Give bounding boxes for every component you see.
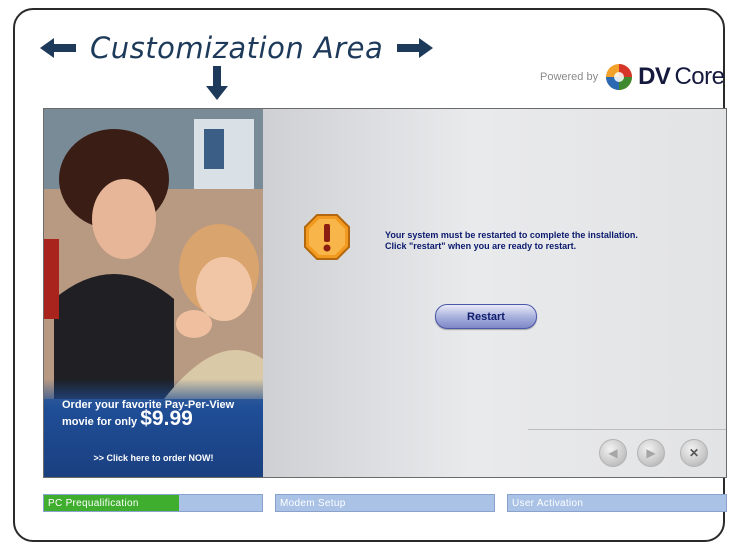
warning-icon [304, 214, 350, 260]
restart-message-line2: Click "restart" when you are ready to re… [385, 241, 577, 251]
ad-banner[interactable]: Order your favorite Pay-Per-View movie f… [44, 109, 263, 477]
step-label: PC Prequalification [48, 498, 139, 509]
step-user-activation: User Activation [507, 494, 727, 512]
dvcore-logo: DV Core [604, 62, 725, 92]
dvcore-globe-icon [606, 64, 633, 90]
forward-arrow-icon[interactable]: ▶ [637, 439, 665, 467]
restart-message-line1: Your system must be restarted to complet… [385, 230, 638, 240]
arrow-left-icon [40, 38, 76, 58]
installer-window: Order your favorite Pay-Per-View movie f… [43, 108, 727, 478]
ad-photo [44, 109, 263, 399]
step-label: User Activation [512, 498, 584, 509]
powered-by-logo: Powered by DV Core [540, 62, 725, 92]
arrow-right-icon [397, 38, 434, 58]
dialog-content: Your system must be restarted to complet… [263, 109, 726, 477]
back-arrow-icon[interactable]: ◀ [599, 439, 627, 467]
step-modem-setup: Modem Setup [275, 494, 495, 512]
progress-steps: PC Prequalification Modem Setup User Act… [43, 494, 727, 513]
arrow-down-icon [206, 66, 228, 100]
brand-bold-text: DV [638, 63, 671, 90]
close-icon[interactable]: ✕ [680, 439, 708, 467]
customization-area-title: Customization Area [90, 31, 384, 65]
ad-offer-text: Order your favorite Pay-Per-View movie f… [62, 398, 262, 429]
ad-order-link[interactable]: >> Click here to order NOW! [44, 453, 263, 463]
ad-price: $9.99 [140, 407, 193, 430]
customization-area-header: Customization Area [40, 28, 434, 68]
step-label: Modem Setup [280, 498, 346, 509]
restart-message: Your system must be restarted to complet… [385, 230, 715, 252]
nav-divider [528, 429, 726, 430]
brand-light-text: Core [674, 63, 725, 90]
powered-by-text: Powered by [540, 71, 599, 83]
restart-button[interactable]: Restart [435, 304, 537, 329]
step-pc-prequalification: PC Prequalification [43, 494, 263, 512]
